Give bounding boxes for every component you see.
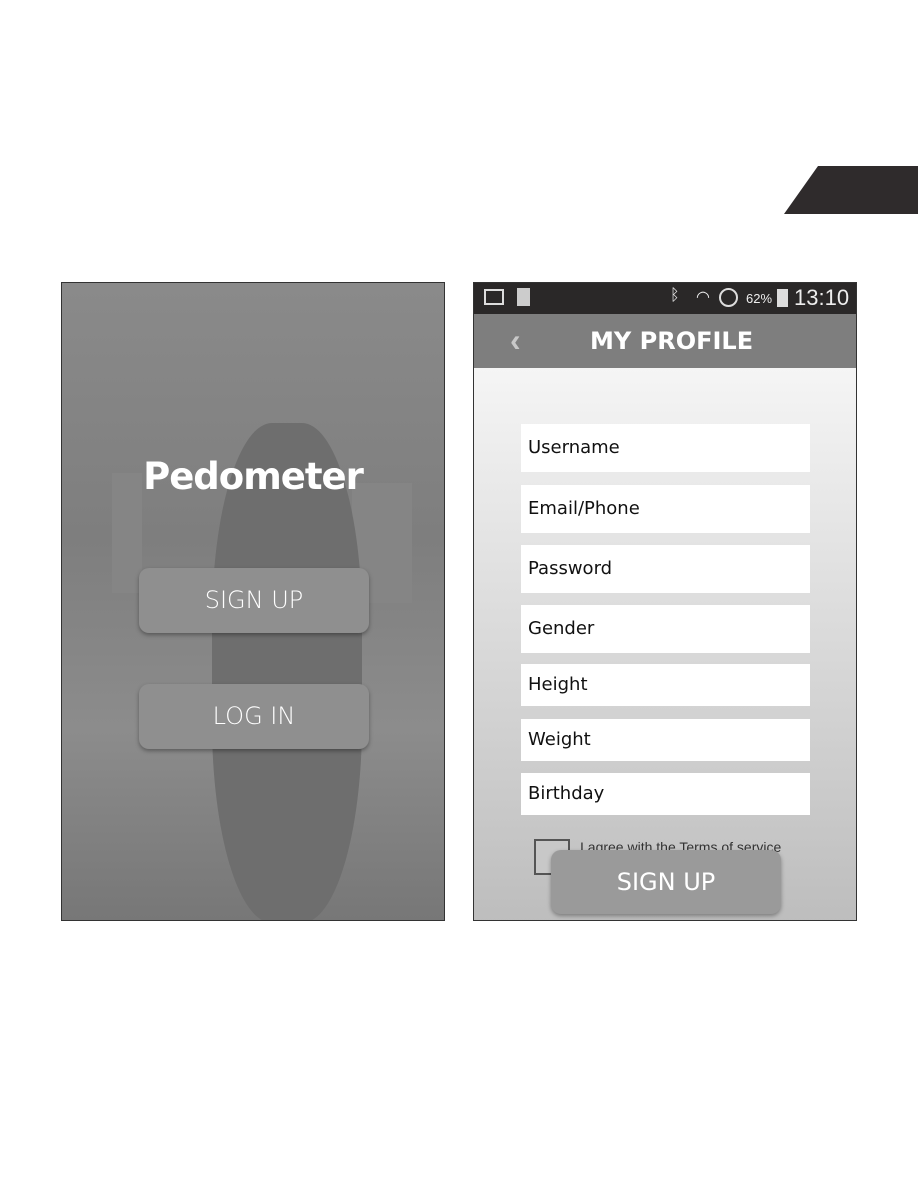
log-in-button[interactable]: LOG IN	[139, 684, 369, 749]
image-icon	[484, 289, 504, 305]
bluetooth-icon: ᛒ	[670, 287, 680, 304]
wifi-icon: ◠	[696, 289, 710, 306]
email-phone-field[interactable]: Email/Phone	[521, 485, 810, 533]
sign-up-button[interactable]: SIGN UP	[551, 850, 781, 914]
sim-missing-icon	[517, 288, 530, 306]
clock: 13:10	[794, 285, 850, 310]
section-tab	[784, 166, 918, 214]
height-field[interactable]: Height	[521, 664, 810, 706]
battery-text: 62%	[746, 291, 773, 306]
welcome-screen: Pedometer SIGN UP LOG IN	[61, 282, 445, 921]
page-title: MY PROFILE	[590, 327, 754, 355]
chevron-left-icon[interactable]: ‹	[510, 322, 521, 359]
app-title: Pedometer	[143, 455, 364, 498]
profile-screen: ᛒ ◠ 62% 13:10 ‹ MY PROFILE Username Emai…	[473, 282, 857, 921]
weight-field[interactable]: Weight	[521, 719, 810, 761]
password-field[interactable]: Password	[521, 545, 810, 593]
gender-field[interactable]: Gender	[521, 605, 810, 653]
do-not-disturb-icon	[719, 288, 738, 307]
birthday-field[interactable]: Birthday	[521, 773, 810, 815]
sign-up-button[interactable]: SIGN UP	[139, 568, 369, 633]
username-field[interactable]: Username	[521, 424, 810, 472]
status-bar: ᛒ ◠ 62% 13:10	[474, 283, 856, 314]
battery-icon	[777, 289, 788, 307]
header: ‹ MY PROFILE	[474, 314, 856, 368]
